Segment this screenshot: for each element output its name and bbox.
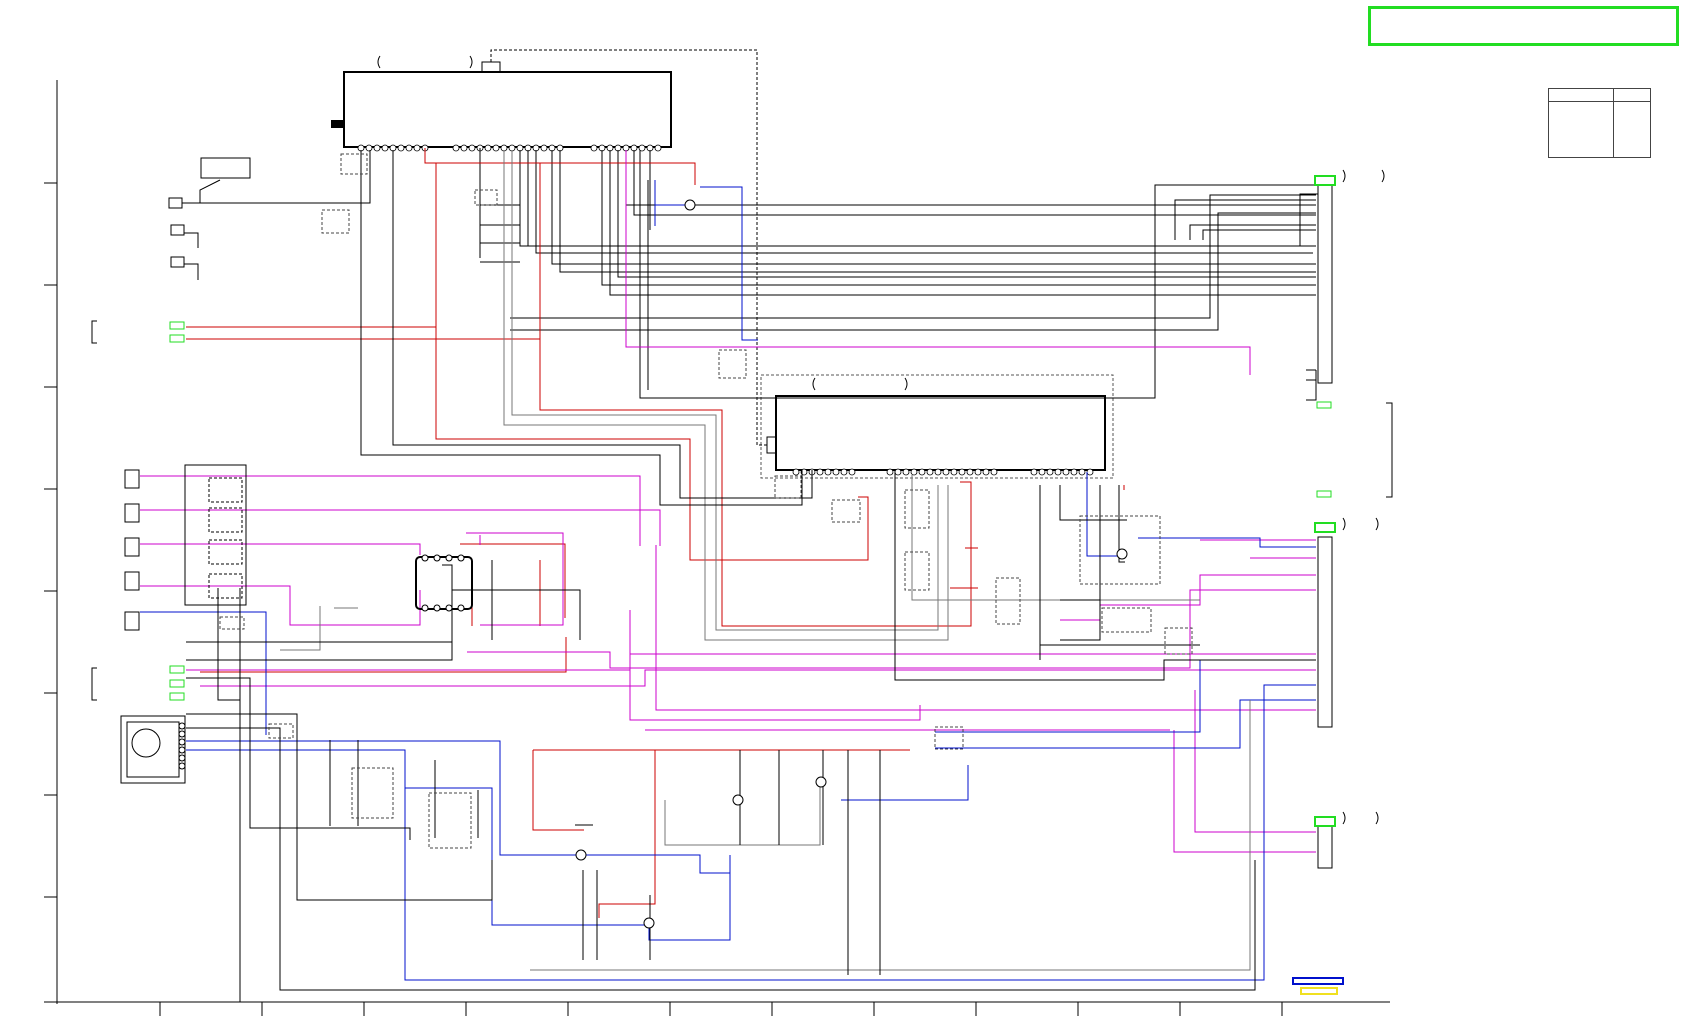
- ic-lower: [760, 374, 1114, 479]
- legend: [1292, 977, 1348, 999]
- left-connector-pins: [169, 321, 185, 701]
- black-wiring-lower: [186, 150, 1316, 1002]
- document-title-box: [1368, 6, 1679, 46]
- info-table-divider: [1613, 89, 1614, 157]
- legend-blue-swatch: [1292, 977, 1344, 985]
- dashed-groups: [219, 153, 1193, 849]
- left-brackets: [91, 320, 97, 701]
- right-connectors: [1314, 169, 1393, 869]
- op-amp-block: [415, 554, 473, 612]
- info-table-header: [1549, 89, 1650, 102]
- schematic-diagram: [44, 49, 1393, 1016]
- control-line: [490, 49, 768, 446]
- left-input-points: [168, 197, 185, 268]
- din-connector: [120, 715, 186, 784]
- blue-wiring: [140, 180, 1316, 981]
- ic-upper: [331, 55, 672, 152]
- magenta-wiring: [140, 150, 1316, 853]
- jack-group: [124, 464, 247, 631]
- black-wiring: [177, 148, 1318, 401]
- legend-yellow-swatch: [1300, 987, 1338, 995]
- transistors: [575, 199, 1128, 929]
- info-table: [1548, 88, 1651, 158]
